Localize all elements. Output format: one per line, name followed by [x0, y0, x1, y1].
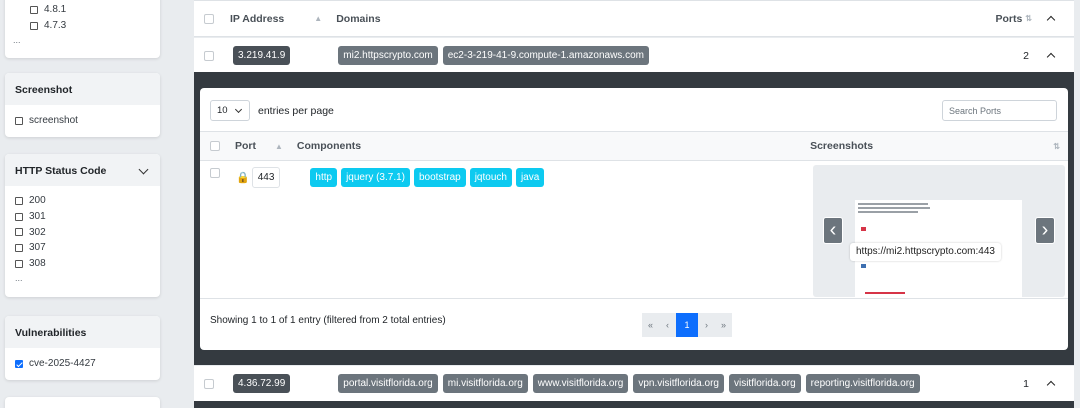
checkbox[interactable]	[15, 116, 23, 125]
screenshot-filter-card: Screenshot screenshot	[5, 73, 160, 137]
hosts-table-header: IP Address ▲ Domains Ports ⇅	[194, 0, 1074, 37]
screenshot-url-tooltip: https://mi2.httpscrypto.com:443	[850, 243, 1001, 261]
more-options[interactable]: ...	[15, 273, 150, 283]
table-row[interactable]: 4.36.72.99 portal.visitflorida.org mi.vi…	[194, 366, 1074, 401]
entries-per-page-label: entries per page	[258, 104, 334, 117]
checkbox-checked[interactable]	[15, 359, 23, 368]
carousel-next-button[interactable]: ›	[1035, 217, 1055, 244]
sort-icon[interactable]: ⇅	[1025, 14, 1032, 23]
row-checkbox[interactable]	[204, 50, 214, 61]
first-page-button[interactable]: «	[642, 313, 659, 337]
select-all-ports-checkbox[interactable]	[210, 141, 220, 151]
ip-badge: 4.36.72.99	[233, 374, 291, 393]
domain-badge: vpn.visitflorida.org	[633, 374, 724, 393]
http-status-filter-card: HTTP Status Code 200 301 302 307 308 ...	[5, 154, 160, 297]
prev-page-button[interactable]: ‹	[659, 313, 676, 337]
table-row[interactable]: 🔒 443 http jquery (3.7.1) bootstrap jqto…	[200, 167, 810, 188]
lock-icon: 🔒	[236, 172, 250, 184]
row-details-panel: 10 entries per page Search Ports Port ▲ …	[194, 72, 1074, 365]
ports-count: 1	[1023, 377, 1029, 390]
ports-table-card: 10 entries per page Search Ports Port ▲ …	[200, 88, 1068, 350]
row-checkbox[interactable]	[210, 168, 220, 178]
domain-badge: ec2-3-219-41-9.compute-1.amazonaws.com	[442, 46, 649, 65]
sort-icon[interactable]: ⇅	[1053, 142, 1060, 151]
next-page-button[interactable]: ›	[698, 313, 715, 337]
row-details-panel	[194, 401, 1074, 408]
checkbox[interactable]	[15, 259, 23, 268]
screenshot-filter-title: Screenshot	[5, 73, 160, 105]
last-page-button[interactable]: »	[715, 313, 732, 337]
chevron-down-icon[interactable]	[138, 164, 149, 174]
status-option[interactable]: 307	[15, 240, 150, 256]
page-1-button[interactable]: 1	[676, 313, 698, 337]
row-checkbox[interactable]	[204, 378, 214, 389]
collapse-all-icon[interactable]	[1046, 15, 1056, 25]
checkbox[interactable]	[15, 196, 23, 205]
select-all-checkbox[interactable]	[204, 13, 214, 24]
domain-badge: reporting.visitflorida.org	[805, 374, 920, 393]
http-status-filter-title[interactable]: HTTP Status Code	[5, 154, 160, 186]
port-column-header[interactable]: Port	[235, 140, 256, 152]
screenshot-option[interactable]: screenshot	[15, 113, 150, 129]
domain-badge: mi2.httpscrypto.com	[338, 46, 438, 65]
collapse-row-icon[interactable]	[1046, 52, 1056, 62]
search-ports-input[interactable]: Search Ports	[942, 100, 1057, 121]
status-option[interactable]: 301	[15, 209, 150, 225]
components-column-header[interactable]: Components	[297, 140, 361, 152]
main-content: IP Address ▲ Domains Ports ⇅ 3.219.41.9 …	[194, 0, 1080, 408]
status-option[interactable]: 302	[15, 224, 150, 240]
checkbox[interactable]	[30, 21, 38, 30]
port-number: 443	[251, 167, 281, 188]
table-row[interactable]: 3.219.41.9 mi2.httpscrypto.com ec2-3-219…	[194, 38, 1074, 73]
vulnerabilities-filter-card: Vulnerabilities cve-2025-4427	[5, 316, 160, 380]
component-badge: bootstrap	[414, 168, 466, 187]
vulnerability-option[interactable]: cve-2025-4427	[15, 356, 150, 372]
domains-column-header[interactable]: Domains	[336, 13, 380, 25]
component-badge: http	[310, 168, 338, 187]
ip-badge: 3.219.41.9	[233, 46, 291, 65]
more-options[interactable]: ...	[13, 35, 150, 45]
checkbox[interactable]	[30, 5, 38, 14]
checkbox[interactable]	[15, 212, 23, 221]
version-option[interactable]: 4.7.3	[30, 18, 150, 34]
collapse-row-icon[interactable]	[1046, 380, 1056, 390]
screenshots-column-header[interactable]: Screenshots	[810, 140, 873, 152]
domain-badge: www.visitflorida.org	[532, 374, 629, 393]
component-badge: jquery (3.7.1)	[341, 168, 410, 187]
status-option[interactable]: 200	[15, 193, 150, 209]
checkbox[interactable]	[15, 228, 23, 237]
version-filter-card: 4.8.1 4.7.3 ...	[5, 0, 160, 58]
status-option[interactable]: 308	[15, 256, 150, 272]
sidebar: 4.8.1 4.7.3 ... Screenshot screenshot HT…	[0, 0, 172, 408]
component-badge: jqtouch	[469, 168, 512, 187]
carousel-prev-button[interactable]: ‹	[823, 217, 843, 244]
checkbox[interactable]	[15, 243, 23, 252]
domain-badge: portal.visitflorida.org	[338, 374, 438, 393]
vulnerabilities-filter-title: Vulnerabilities	[5, 316, 160, 348]
entries-per-page-select[interactable]: 10	[210, 100, 250, 121]
version-option[interactable]: 4.8.1	[30, 2, 150, 18]
domain-badge: visitflorida.org	[728, 374, 801, 393]
ports-table-header: Port ▲ Components Screenshots ⇅	[200, 131, 1068, 161]
ports-count: 2	[1023, 49, 1029, 62]
chevron-down-icon	[234, 105, 242, 113]
component-badge: java	[515, 168, 545, 187]
pagination: « ‹ 1 › »	[642, 313, 732, 337]
domain-badge: mi.visitflorida.org	[442, 374, 528, 393]
sort-icon[interactable]: ▲	[314, 14, 322, 23]
ip-column-header[interactable]: IP Address	[230, 13, 284, 25]
next-filter-card	[5, 397, 160, 408]
table-info: Showing 1 to 1 of 1 entry (filtered from…	[210, 315, 446, 326]
screenshot-carousel[interactable]: ‹ › https://mi2.httpscrypto.com:443	[813, 165, 1065, 297]
ports-column-header[interactable]: Ports	[995, 13, 1022, 25]
sort-icon[interactable]: ▲	[275, 142, 283, 151]
